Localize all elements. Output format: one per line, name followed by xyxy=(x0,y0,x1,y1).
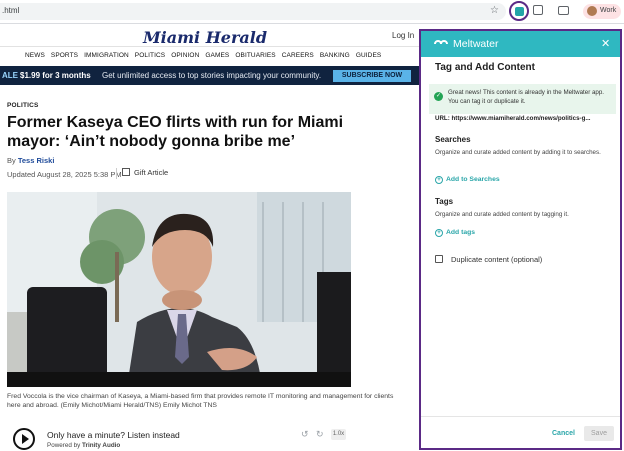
audio-player: Only have a minute? Listen instead Power… xyxy=(0,422,420,451)
checkbox-box[interactable] xyxy=(435,255,443,263)
cancel-button[interactable]: Cancel xyxy=(552,430,575,437)
play-button[interactable] xyxy=(13,428,35,450)
url-label: URL: xyxy=(435,115,450,122)
avatar xyxy=(587,6,597,16)
divider xyxy=(116,168,117,179)
meltwater-logo-icon xyxy=(434,40,448,45)
browser-toolbar: .html ☆ Work xyxy=(0,0,624,24)
tab-search-icon[interactable] xyxy=(558,6,569,15)
nav-item-obituaries[interactable]: OBITUARIES xyxy=(235,52,275,59)
success-notice: ✓ Great news! This content is already in… xyxy=(429,84,616,114)
panel-header: Meltwater ✕ xyxy=(421,31,620,57)
close-icon[interactable]: ✕ xyxy=(601,37,610,50)
url-value: https://www.miamiherald.com/news/politic… xyxy=(451,115,591,122)
nav-item-immigration[interactable]: IMMIGRATION xyxy=(84,52,129,59)
add-tags-label: Add tags xyxy=(446,229,476,236)
site-nav: NEWS SPORTS IMMIGRATION POLITICS OPINION GAME… xyxy=(25,52,381,59)
notice-text: Great news! This content is already in t… xyxy=(448,89,605,105)
searches-title: Searches xyxy=(435,135,471,144)
audio-prompt: Only have a minute? Listen instead xyxy=(47,430,180,440)
powered-prefix: Powered by xyxy=(47,442,81,449)
panel-brand: Meltwater xyxy=(453,38,499,50)
article-byline: By Tess Riski xyxy=(7,156,54,165)
save-button[interactable]: Save xyxy=(584,426,614,441)
login-link[interactable]: Log In xyxy=(392,31,414,40)
playback-speed[interactable]: 1.0x xyxy=(331,429,346,440)
photo-illustration xyxy=(7,192,351,387)
promo-tag: ALE xyxy=(2,71,18,80)
audio-powered-by: Powered by Trinity Audio xyxy=(47,442,120,449)
add-to-searches-button[interactable]: + Add to Searches xyxy=(435,176,500,184)
gift-article-button[interactable]: Gift Article xyxy=(122,168,168,177)
header-divider xyxy=(0,46,420,47)
duplicate-label: Duplicate content (optional) xyxy=(451,255,543,264)
forward-icon[interactable]: ↻ xyxy=(316,429,324,440)
tags-desc: Organize and curate added content by tag… xyxy=(435,211,569,218)
byline-prefix: By xyxy=(7,156,16,165)
nav-item-banking[interactable]: BANKING xyxy=(320,52,350,59)
promo-banner: ALE $1.99 for 3 months Get unlimited acc… xyxy=(0,66,420,85)
plus-icon: + xyxy=(435,229,443,237)
panel-title: Tag and Add Content xyxy=(435,62,535,73)
promo-message: Get unlimited access to top stories impa… xyxy=(102,71,322,80)
duplicate-checkbox[interactable]: Duplicate content (optional) xyxy=(435,255,542,264)
meltwater-extension-icon xyxy=(515,7,524,16)
powered-brand: Trinity Audio xyxy=(82,442,121,449)
check-icon: ✓ xyxy=(434,92,443,101)
url-text[interactable]: .html xyxy=(2,6,19,15)
article-kicker[interactable]: POLITICS xyxy=(7,102,39,109)
searches-desc: Organize and curate added content by add… xyxy=(435,149,601,156)
profile-button[interactable]: Work xyxy=(583,4,621,19)
plus-icon: + xyxy=(435,176,443,184)
nav-item-politics[interactable]: POLITICS xyxy=(135,52,165,59)
gift-icon xyxy=(122,168,130,176)
bookmark-star-icon[interactable]: ☆ xyxy=(490,5,499,16)
article-headline: Former Kaseya CEO flirts with run for Mi… xyxy=(7,114,344,150)
gift-label: Gift Article xyxy=(134,168,169,177)
tags-title: Tags xyxy=(435,197,454,206)
nav-item-sports[interactable]: SPORTS xyxy=(51,52,78,59)
photo-caption: Fred Voccola is the vice chairman of Kas… xyxy=(7,393,394,409)
nav-item-careers[interactable]: CAREERS xyxy=(282,52,314,59)
nav-item-guides[interactable]: GUIDES xyxy=(356,52,382,59)
author-link[interactable]: Tess Riski xyxy=(18,156,55,165)
meltwater-panel: Meltwater ✕ Tag and Add Content ✓ Great … xyxy=(419,29,622,450)
article-updated: Updated August 28, 2025 5:38 PM xyxy=(7,170,122,179)
nav-item-opinion[interactable]: OPINION xyxy=(171,52,199,59)
panel-footer-divider xyxy=(421,416,620,417)
meltwater-extension-button[interactable] xyxy=(509,1,529,21)
nav-item-games[interactable]: GAMES xyxy=(205,52,229,59)
article-photo xyxy=(7,192,351,387)
profile-label: Work xyxy=(600,7,617,14)
address-bar[interactable]: .html ☆ xyxy=(0,3,506,20)
url-row: URL: https://www.miamiherald.com/news/po… xyxy=(435,115,591,122)
site-logo[interactable]: Miami Herald xyxy=(130,28,280,47)
nav-item-news[interactable]: NEWS xyxy=(25,52,45,59)
add-searches-label: Add to Searches xyxy=(446,176,500,183)
rewind-icon[interactable]: ↺ xyxy=(301,429,309,440)
add-tags-button[interactable]: + Add tags xyxy=(435,229,475,237)
subscribe-button[interactable]: SUBSCRIBE NOW xyxy=(333,70,411,82)
extensions-puzzle-icon[interactable] xyxy=(533,5,543,15)
promo-price: $1.99 for 3 months xyxy=(20,71,91,80)
